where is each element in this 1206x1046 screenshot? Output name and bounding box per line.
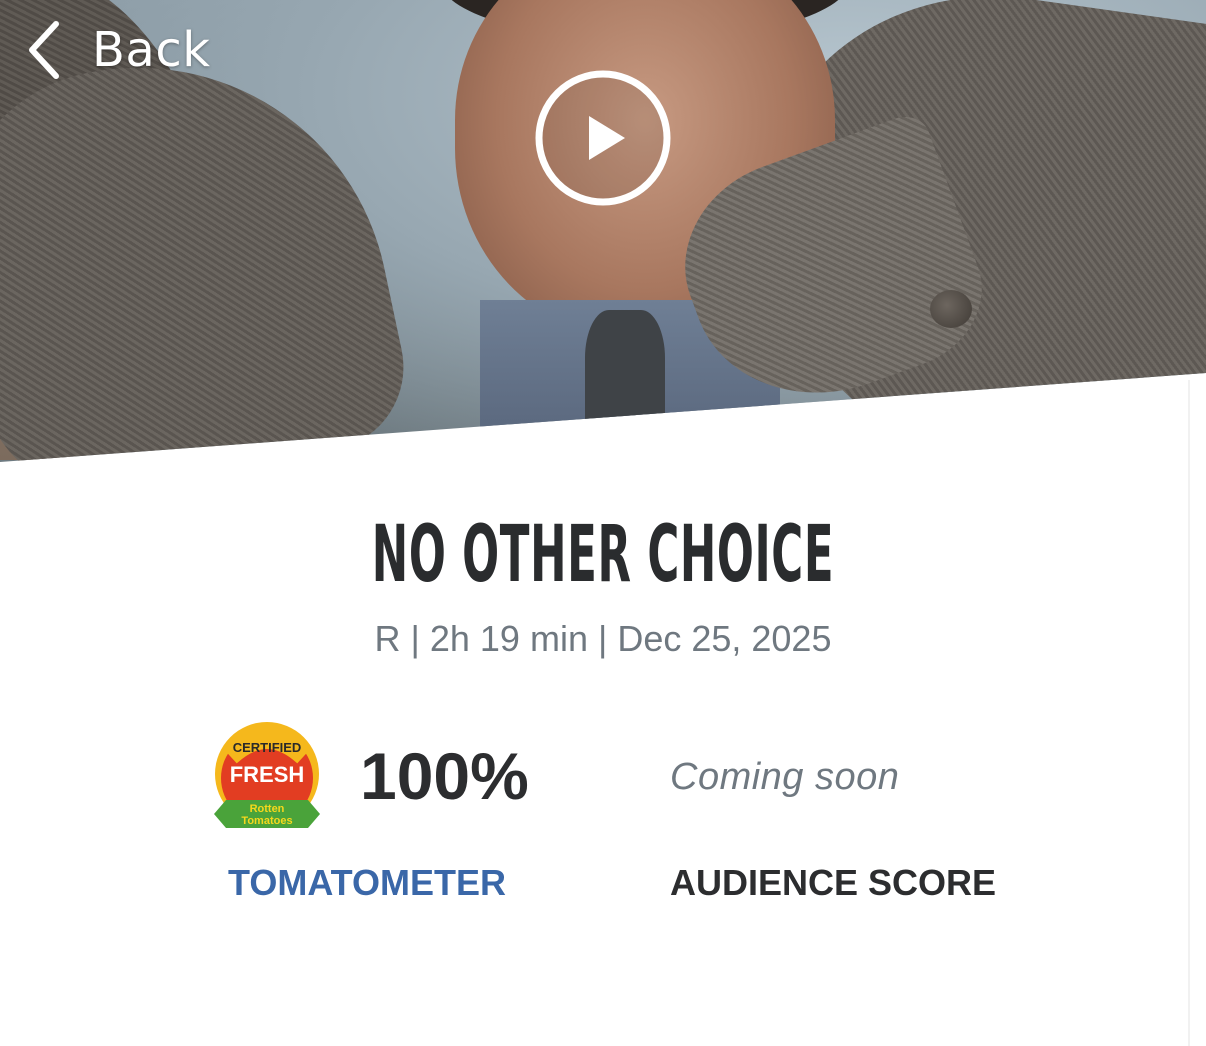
movie-meta: R | 2h 19 min | Dec 25, 2025 bbox=[374, 618, 832, 659]
chevron-left-icon bbox=[29, 21, 59, 79]
page-edge-divider bbox=[1188, 380, 1190, 1046]
badge-tomatoes-text: Tomatoes bbox=[241, 815, 292, 827]
tomatometer-score: 100% bbox=[360, 739, 529, 813]
badge-certified-text: CERTIFIED bbox=[233, 740, 302, 755]
back-button[interactable]: Back bbox=[24, 18, 211, 82]
certified-fresh-icon: CERTIFIED FRESH Rotten Tomatoes bbox=[214, 722, 320, 828]
hero-jacket-button bbox=[930, 290, 972, 328]
tomatometer-link[interactable]: TOMATOMETER bbox=[228, 862, 506, 904]
audience-score-link[interactable]: AUDIENCE SCORE bbox=[670, 862, 996, 904]
audience-score-value: Coming soon bbox=[670, 756, 900, 798]
hero-tie bbox=[585, 310, 665, 462]
badge-fresh-text: FRESH bbox=[230, 762, 305, 787]
movie-title: NO OTHER CHOICE bbox=[371, 510, 835, 600]
play-trailer-button[interactable] bbox=[533, 68, 673, 208]
badge-rotten-text: Rotten bbox=[250, 803, 285, 815]
back-label: Back bbox=[92, 22, 211, 78]
